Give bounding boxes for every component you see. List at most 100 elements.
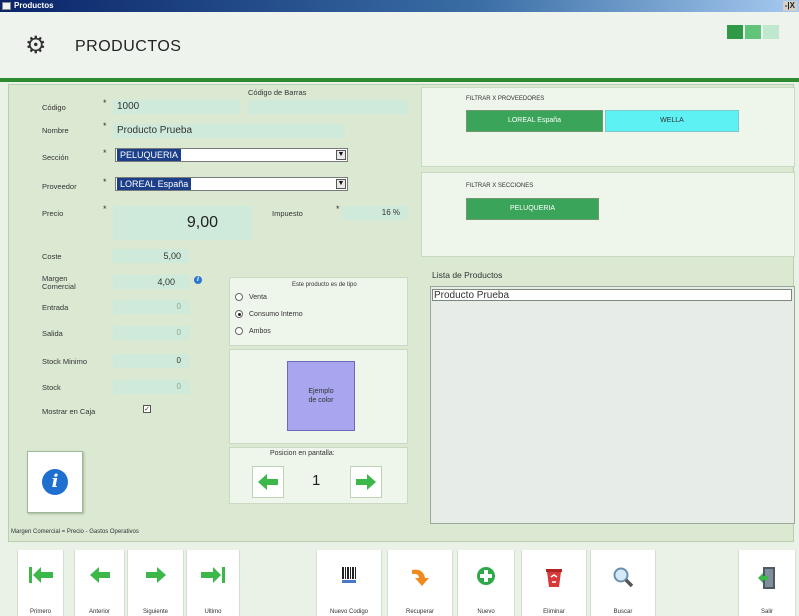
mostrar-caja-checkbox[interactable]: ✓ bbox=[143, 405, 151, 413]
filter-seccion-peluqueria[interactable]: PELUQUERIA bbox=[466, 198, 599, 220]
tipo-option-consumo[interactable]: Consumo Interno bbox=[235, 310, 303, 318]
status-indicator bbox=[727, 25, 743, 39]
info-button[interactable]: i bbox=[27, 451, 83, 513]
info-icon: i bbox=[42, 469, 68, 495]
posicion-value: 1 bbox=[312, 472, 321, 489]
posicion-prev-button[interactable] bbox=[252, 466, 284, 498]
bottom-toolbar: Primero Anterior Siguiente Ultimo Nuevo … bbox=[0, 546, 799, 616]
arrow-right-icon bbox=[356, 474, 376, 490]
stock-label: Stock bbox=[42, 383, 61, 392]
first-button-label: Primero bbox=[29, 609, 51, 615]
previous-button-label: Anterior bbox=[88, 609, 110, 615]
proveedor-selected: LOREAL España bbox=[117, 178, 192, 190]
recover-arrow-icon bbox=[412, 569, 429, 586]
secciones-filter-panel: FILTRAR X SECCIONES PELUQUERIA bbox=[421, 172, 795, 257]
posicion-label: Posicion en pantalla: bbox=[270, 450, 335, 457]
last-button[interactable]: Ultimo bbox=[186, 550, 240, 616]
barcode-field[interactable] bbox=[248, 100, 408, 114]
seccion-selected: PELUQUERIA bbox=[117, 149, 182, 161]
list-item[interactable]: Producto Prueba bbox=[432, 289, 792, 301]
window-titlebar: Productos -|X bbox=[0, 0, 799, 12]
arrow-left-icon bbox=[89, 567, 110, 583]
tipo-option-venta[interactable]: Venta bbox=[235, 293, 267, 301]
exit-door-icon bbox=[758, 567, 775, 589]
proveedor-label: Proveedor bbox=[42, 182, 77, 191]
filter-proveedor-wella[interactable]: WELLA bbox=[605, 110, 739, 132]
margen-footnote: Margen Comercial = Precio - Gastos Opera… bbox=[11, 529, 139, 535]
color-sample[interactable]: Ejemplo de color bbox=[287, 361, 355, 431]
coste-field[interactable]: 5,00 bbox=[113, 249, 189, 263]
delete-button[interactable]: Eliminar bbox=[521, 550, 587, 616]
page-header: ⚙ PRODUCTOS bbox=[0, 12, 799, 78]
filter-proveedor-loreal[interactable]: LOREAL España bbox=[466, 110, 603, 132]
proveedores-filter-title: FILTRAR X PROVEEDORES bbox=[466, 96, 545, 102]
new-button[interactable]: Nuevo bbox=[457, 550, 515, 616]
arrow-first-icon bbox=[28, 567, 53, 583]
first-button[interactable]: Primero bbox=[17, 550, 64, 616]
proveedor-select[interactable]: LOREAL España ▼ bbox=[115, 177, 348, 191]
barcode-icon bbox=[342, 567, 356, 583]
required-mark: * bbox=[103, 121, 107, 131]
window-controls[interactable]: -|X bbox=[782, 1, 797, 11]
last-button-label: Ultimo bbox=[204, 609, 222, 615]
impuesto-field[interactable]: 16 % bbox=[342, 206, 408, 220]
new-button-label: Nuevo bbox=[477, 609, 495, 615]
required-mark: * bbox=[103, 148, 107, 158]
margen-field[interactable]: 4,00 bbox=[113, 275, 189, 289]
tipo-title: Este producto es de tipo bbox=[292, 282, 357, 288]
magnifier-icon bbox=[613, 567, 634, 588]
radio-icon bbox=[235, 327, 243, 335]
tipo-option-ambos[interactable]: Ambos bbox=[235, 327, 271, 335]
stock-minimo-label: Stock Minimo bbox=[42, 357, 88, 366]
next-button[interactable]: Siguiente bbox=[127, 550, 184, 616]
stock-field[interactable]: 0 bbox=[113, 380, 189, 394]
secciones-filter-title: FILTRAR X SECCIONES bbox=[466, 183, 534, 189]
tipo-panel: Este producto es de tipo Venta Consumo I… bbox=[229, 277, 408, 346]
chevron-down-icon[interactable]: ▼ bbox=[336, 179, 346, 189]
exit-button[interactable]: Salir bbox=[738, 550, 796, 616]
posicion-panel: Posicion en pantalla: 1 bbox=[229, 447, 408, 504]
salida-field[interactable]: 0 bbox=[113, 326, 189, 340]
radio-icon bbox=[235, 310, 243, 318]
exit-button-label: Salir bbox=[760, 609, 773, 615]
window-title: Productos bbox=[14, 1, 54, 10]
codigo-field[interactable]: 1000 bbox=[113, 100, 240, 114]
new-code-button[interactable]: Nuevo Codigo bbox=[316, 550, 382, 616]
lista-title: Lista de Productos bbox=[432, 270, 503, 280]
seccion-select[interactable]: PELUQUERIA ▼ bbox=[115, 148, 348, 162]
header-divider bbox=[0, 78, 799, 82]
precio-label: Precio bbox=[42, 209, 64, 218]
new-code-button-label: Nuevo Codigo bbox=[329, 609, 369, 615]
delete-button-label: Eliminar bbox=[543, 609, 565, 615]
required-mark: * bbox=[103, 177, 107, 187]
app-icon bbox=[2, 2, 11, 10]
product-form: Código de Barras Código * 1000 Nombre * … bbox=[8, 84, 795, 542]
required-mark: * bbox=[103, 204, 107, 214]
margen-label: Margen Comercial bbox=[42, 274, 76, 291]
chevron-down-icon[interactable]: ▼ bbox=[336, 150, 346, 160]
color-panel: Ejemplo de color bbox=[229, 349, 408, 444]
status-indicator bbox=[745, 25, 761, 39]
stock-minimo-field[interactable]: 0 bbox=[113, 354, 189, 368]
color-sample-label: Ejemplo de color bbox=[308, 388, 334, 404]
codigo-label: Código bbox=[42, 103, 66, 112]
precio-field[interactable]: 9,00 bbox=[113, 206, 252, 240]
search-button[interactable]: Buscar bbox=[590, 550, 656, 616]
nombre-label: Nombre bbox=[42, 126, 69, 135]
info-small-icon[interactable]: i bbox=[194, 276, 202, 284]
recover-button-label: Recuperar bbox=[405, 609, 434, 615]
mostrar-caja-label: Mostrar en Caja bbox=[42, 407, 96, 416]
search-button-label: Buscar bbox=[613, 609, 633, 615]
impuesto-label: Impuesto bbox=[272, 209, 303, 218]
arrow-last-icon bbox=[201, 567, 225, 583]
product-list[interactable]: Producto Prueba bbox=[430, 286, 795, 524]
recover-button[interactable]: Recuperar bbox=[387, 550, 453, 616]
nombre-field[interactable]: Producto Prueba bbox=[113, 124, 345, 138]
barcode-label: Código de Barras bbox=[248, 88, 307, 97]
previous-button[interactable]: Anterior bbox=[74, 550, 125, 616]
entrada-field[interactable]: 0 bbox=[113, 300, 189, 314]
posicion-next-button[interactable] bbox=[350, 466, 382, 498]
arrow-left-icon bbox=[258, 474, 278, 490]
plus-circle-icon bbox=[477, 567, 495, 585]
page-title: PRODUCTOS bbox=[75, 38, 182, 55]
